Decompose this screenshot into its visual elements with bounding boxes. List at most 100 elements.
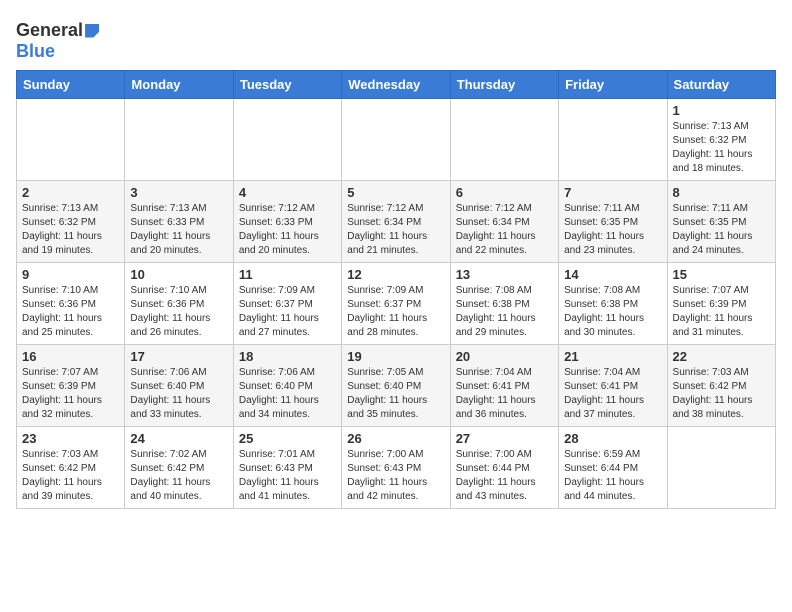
calendar-cell (233, 99, 341, 181)
calendar-week-row: 9 Sunrise: 7:10 AM Sunset: 6:36 PM Daylig… (17, 263, 776, 345)
calendar-cell: 1 Sunrise: 7:13 AM Sunset: 6:32 PM Daylig… (667, 99, 775, 181)
header: General Blue (16, 16, 776, 62)
day-info: Sunrise: 7:12 AM Sunset: 6:34 PM Dayligh… (347, 202, 444, 258)
day-number: 8 (673, 185, 770, 200)
day-number: 28 (564, 431, 661, 446)
day-info: Sunrise: 7:01 AM Sunset: 6:43 PM Dayligh… (239, 448, 336, 504)
calendar-cell: 15 Sunrise: 7:07 AM Sunset: 6:39 PM Dayli… (667, 263, 775, 345)
calendar-cell: 6 Sunrise: 7:12 AM Sunset: 6:34 PM Daylig… (450, 181, 558, 263)
day-number: 5 (347, 185, 444, 200)
calendar-cell: 16 Sunrise: 7:07 AM Sunset: 6:39 PM Dayli… (17, 345, 125, 427)
day-info: Sunrise: 7:13 AM Sunset: 6:32 PM Dayligh… (673, 120, 770, 176)
day-number: 3 (130, 185, 227, 200)
day-number: 14 (564, 267, 661, 282)
day-info: Sunrise: 7:08 AM Sunset: 6:38 PM Dayligh… (564, 284, 661, 340)
logo-general-text: General (16, 20, 83, 41)
header-day-tuesday: Tuesday (233, 71, 341, 99)
day-number: 23 (22, 431, 119, 446)
calendar-week-row: 1 Sunrise: 7:13 AM Sunset: 6:32 PM Daylig… (17, 99, 776, 181)
day-info: Sunrise: 7:09 AM Sunset: 6:37 PM Dayligh… (347, 284, 444, 340)
day-number: 11 (239, 267, 336, 282)
day-info: Sunrise: 7:13 AM Sunset: 6:32 PM Dayligh… (22, 202, 119, 258)
calendar-cell (125, 99, 233, 181)
calendar-cell: 8 Sunrise: 7:11 AM Sunset: 6:35 PM Daylig… (667, 181, 775, 263)
calendar-cell: 4 Sunrise: 7:12 AM Sunset: 6:33 PM Daylig… (233, 181, 341, 263)
day-info: Sunrise: 7:12 AM Sunset: 6:33 PM Dayligh… (239, 202, 336, 258)
day-number: 2 (22, 185, 119, 200)
day-number: 21 (564, 349, 661, 364)
calendar-cell: 9 Sunrise: 7:10 AM Sunset: 6:36 PM Daylig… (17, 263, 125, 345)
day-info: Sunrise: 7:00 AM Sunset: 6:44 PM Dayligh… (456, 448, 553, 504)
day-number: 24 (130, 431, 227, 446)
calendar-cell (559, 99, 667, 181)
calendar-cell: 27 Sunrise: 7:00 AM Sunset: 6:44 PM Dayli… (450, 427, 558, 509)
logo: General Blue (16, 16, 99, 62)
calendar-cell (17, 99, 125, 181)
day-info: Sunrise: 7:09 AM Sunset: 6:37 PM Dayligh… (239, 284, 336, 340)
logo-blue-text: Blue (16, 41, 55, 62)
header-day-monday: Monday (125, 71, 233, 99)
day-number: 17 (130, 349, 227, 364)
day-info: Sunrise: 7:11 AM Sunset: 6:35 PM Dayligh… (673, 202, 770, 258)
calendar-table: SundayMondayTuesdayWednesdayThursdayFrid… (16, 70, 776, 509)
header-day-wednesday: Wednesday (342, 71, 450, 99)
day-number: 19 (347, 349, 444, 364)
calendar-cell: 25 Sunrise: 7:01 AM Sunset: 6:43 PM Dayli… (233, 427, 341, 509)
calendar-week-row: 23 Sunrise: 7:03 AM Sunset: 6:42 PM Dayli… (17, 427, 776, 509)
day-info: Sunrise: 7:13 AM Sunset: 6:33 PM Dayligh… (130, 202, 227, 258)
calendar-cell: 23 Sunrise: 7:03 AM Sunset: 6:42 PM Dayli… (17, 427, 125, 509)
day-number: 26 (347, 431, 444, 446)
calendar-cell: 11 Sunrise: 7:09 AM Sunset: 6:37 PM Dayli… (233, 263, 341, 345)
calendar-cell: 21 Sunrise: 7:04 AM Sunset: 6:41 PM Dayli… (559, 345, 667, 427)
day-info: Sunrise: 6:59 AM Sunset: 6:44 PM Dayligh… (564, 448, 661, 504)
day-info: Sunrise: 7:07 AM Sunset: 6:39 PM Dayligh… (22, 366, 119, 422)
day-info: Sunrise: 7:03 AM Sunset: 6:42 PM Dayligh… (673, 366, 770, 422)
calendar-cell: 5 Sunrise: 7:12 AM Sunset: 6:34 PM Daylig… (342, 181, 450, 263)
day-number: 18 (239, 349, 336, 364)
day-number: 4 (239, 185, 336, 200)
day-info: Sunrise: 7:04 AM Sunset: 6:41 PM Dayligh… (564, 366, 661, 422)
header-day-saturday: Saturday (667, 71, 775, 99)
header-day-friday: Friday (559, 71, 667, 99)
day-info: Sunrise: 7:10 AM Sunset: 6:36 PM Dayligh… (22, 284, 119, 340)
day-info: Sunrise: 7:05 AM Sunset: 6:40 PM Dayligh… (347, 366, 444, 422)
day-number: 27 (456, 431, 553, 446)
day-number: 10 (130, 267, 227, 282)
day-number: 12 (347, 267, 444, 282)
calendar-cell: 10 Sunrise: 7:10 AM Sunset: 6:36 PM Dayli… (125, 263, 233, 345)
day-info: Sunrise: 7:03 AM Sunset: 6:42 PM Dayligh… (22, 448, 119, 504)
day-number: 15 (673, 267, 770, 282)
calendar-cell: 13Sunrise: 7:08 AM Sunset: 6:38 PM Dayli… (450, 263, 558, 345)
calendar-cell: 28 Sunrise: 6:59 AM Sunset: 6:44 PM Dayli… (559, 427, 667, 509)
day-info: Sunrise: 7:07 AM Sunset: 6:39 PM Dayligh… (673, 284, 770, 340)
day-info: Sunrise: 7:06 AM Sunset: 6:40 PM Dayligh… (130, 366, 227, 422)
day-number: 6 (456, 185, 553, 200)
calendar-cell: 22 Sunrise: 7:03 AM Sunset: 6:42 PM Dayli… (667, 345, 775, 427)
calendar-cell: 7 Sunrise: 7:11 AM Sunset: 6:35 PM Daylig… (559, 181, 667, 263)
logo-icon (85, 24, 99, 38)
header-day-sunday: Sunday (17, 71, 125, 99)
header-day-thursday: Thursday (450, 71, 558, 99)
day-number: 20 (456, 349, 553, 364)
calendar-cell: 26Sunrise: 7:00 AM Sunset: 6:43 PM Dayli… (342, 427, 450, 509)
day-number: 16 (22, 349, 119, 364)
calendar-cell: 14 Sunrise: 7:08 AM Sunset: 6:38 PM Dayli… (559, 263, 667, 345)
day-number: 9 (22, 267, 119, 282)
day-number: 25 (239, 431, 336, 446)
day-number: 13 (456, 267, 553, 282)
day-info: Sunrise: 7:02 AM Sunset: 6:42 PM Dayligh… (130, 448, 227, 504)
day-info: Sunrise: 7:11 AM Sunset: 6:35 PM Dayligh… (564, 202, 661, 258)
day-info: Sunrise: 7:12 AM Sunset: 6:34 PM Dayligh… (456, 202, 553, 258)
calendar-cell (450, 99, 558, 181)
day-info: Sunrise: 7:06 AM Sunset: 6:40 PM Dayligh… (239, 366, 336, 422)
calendar-cell (667, 427, 775, 509)
day-info: Sunrise: 7:04 AM Sunset: 6:41 PM Dayligh… (456, 366, 553, 422)
calendar-cell: 24 Sunrise: 7:02 AM Sunset: 6:42 PM Dayli… (125, 427, 233, 509)
day-info: Sunrise: 7:10 AM Sunset: 6:36 PM Dayligh… (130, 284, 227, 340)
calendar-cell: 19 Sunrise: 7:05 AM Sunset: 6:40 PM Dayli… (342, 345, 450, 427)
calendar-cell: 2 Sunrise: 7:13 AM Sunset: 6:32 PM Daylig… (17, 181, 125, 263)
day-number: 7 (564, 185, 661, 200)
day-number: 22 (673, 349, 770, 364)
day-number: 1 (673, 103, 770, 118)
calendar-cell: 3 Sunrise: 7:13 AM Sunset: 6:33 PM Daylig… (125, 181, 233, 263)
